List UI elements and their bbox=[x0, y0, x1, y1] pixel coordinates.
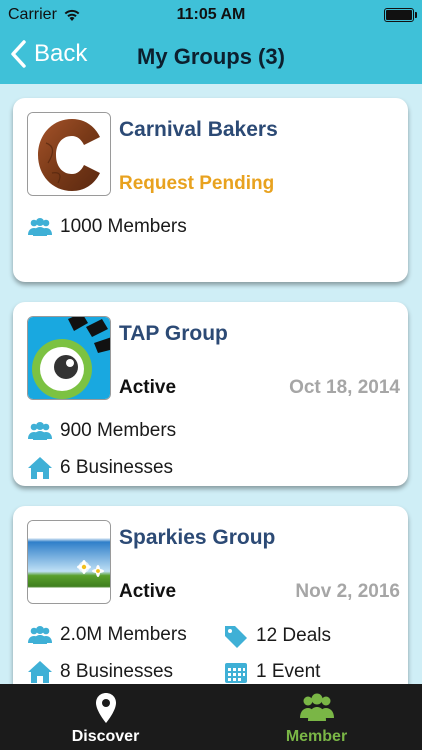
status-time: 11:05 AM bbox=[176, 6, 246, 23]
tab-label: Discover bbox=[71, 728, 140, 745]
location-pin-icon bbox=[95, 693, 116, 723]
businesses-stat: 8 Businesses bbox=[27, 660, 173, 684]
group-status: Active bbox=[119, 377, 177, 398]
members-count: 900 Members bbox=[60, 420, 177, 441]
members-stat: 900 Members bbox=[27, 420, 176, 442]
members-icon bbox=[28, 218, 52, 236]
businesses-count: 8 Businesses bbox=[60, 661, 174, 682]
house-icon bbox=[28, 457, 52, 479]
page-title: My Groups (3) bbox=[137, 44, 285, 69]
members-stat: 1000 Members bbox=[27, 216, 187, 238]
events-stat: 1 Event bbox=[223, 660, 320, 684]
group-name: Sparkies Group bbox=[119, 526, 276, 549]
members-icon bbox=[28, 626, 52, 644]
group-status: Active bbox=[119, 581, 177, 602]
group-card-carnival-bakers[interactable]: Carnival Bakers Request Pending 1000 Mem… bbox=[13, 98, 408, 282]
battery-icon bbox=[384, 8, 417, 22]
house-icon bbox=[28, 661, 52, 683]
group-name: TAP Group bbox=[119, 322, 228, 345]
tab-label: Member bbox=[285, 728, 348, 745]
navigation-bar: Back My Groups (3) bbox=[0, 30, 422, 84]
status-bar: Carrier 11:05 AM bbox=[0, 0, 422, 30]
calendar-icon bbox=[225, 663, 247, 683]
businesses-stat: 6 Businesses bbox=[27, 456, 173, 480]
tag-icon bbox=[225, 626, 247, 648]
group-date: Nov 2, 2016 bbox=[295, 581, 400, 602]
tab-member[interactable]: Member bbox=[211, 684, 422, 750]
members-stat: 2.0M Members bbox=[27, 624, 187, 646]
deals-stat: 12 Deals bbox=[223, 624, 331, 648]
tab-discover[interactable]: Discover bbox=[0, 684, 211, 750]
group-logo-sparkies-group bbox=[27, 520, 111, 604]
deals-count: 12 Deals bbox=[256, 625, 331, 646]
members-icon bbox=[28, 422, 52, 440]
members-count: 1000 Members bbox=[60, 216, 187, 237]
group-card-sparkies-group[interactable]: Sparkies Group Active Nov 2, 2016 2.0M M… bbox=[13, 506, 408, 684]
group-date: Oct 18, 2014 bbox=[289, 377, 400, 398]
group-logo-carnival-bakers bbox=[27, 112, 111, 196]
group-list: Carnival Bakers Request Pending 1000 Mem… bbox=[0, 84, 422, 684]
businesses-count: 6 Businesses bbox=[60, 457, 174, 478]
group-status: Request Pending bbox=[119, 173, 275, 194]
group-name: Carnival Bakers bbox=[119, 118, 278, 141]
group-card-tap-group[interactable]: TAP Group Active Oct 18, 2014 900 Member… bbox=[13, 302, 408, 486]
members-count: 2.0M Members bbox=[60, 624, 187, 645]
tab-bar: Discover Member bbox=[0, 684, 422, 750]
group-icon bbox=[299, 693, 334, 721]
events-count: 1 Event bbox=[256, 661, 321, 682]
group-logo-tap-group bbox=[27, 316, 111, 400]
